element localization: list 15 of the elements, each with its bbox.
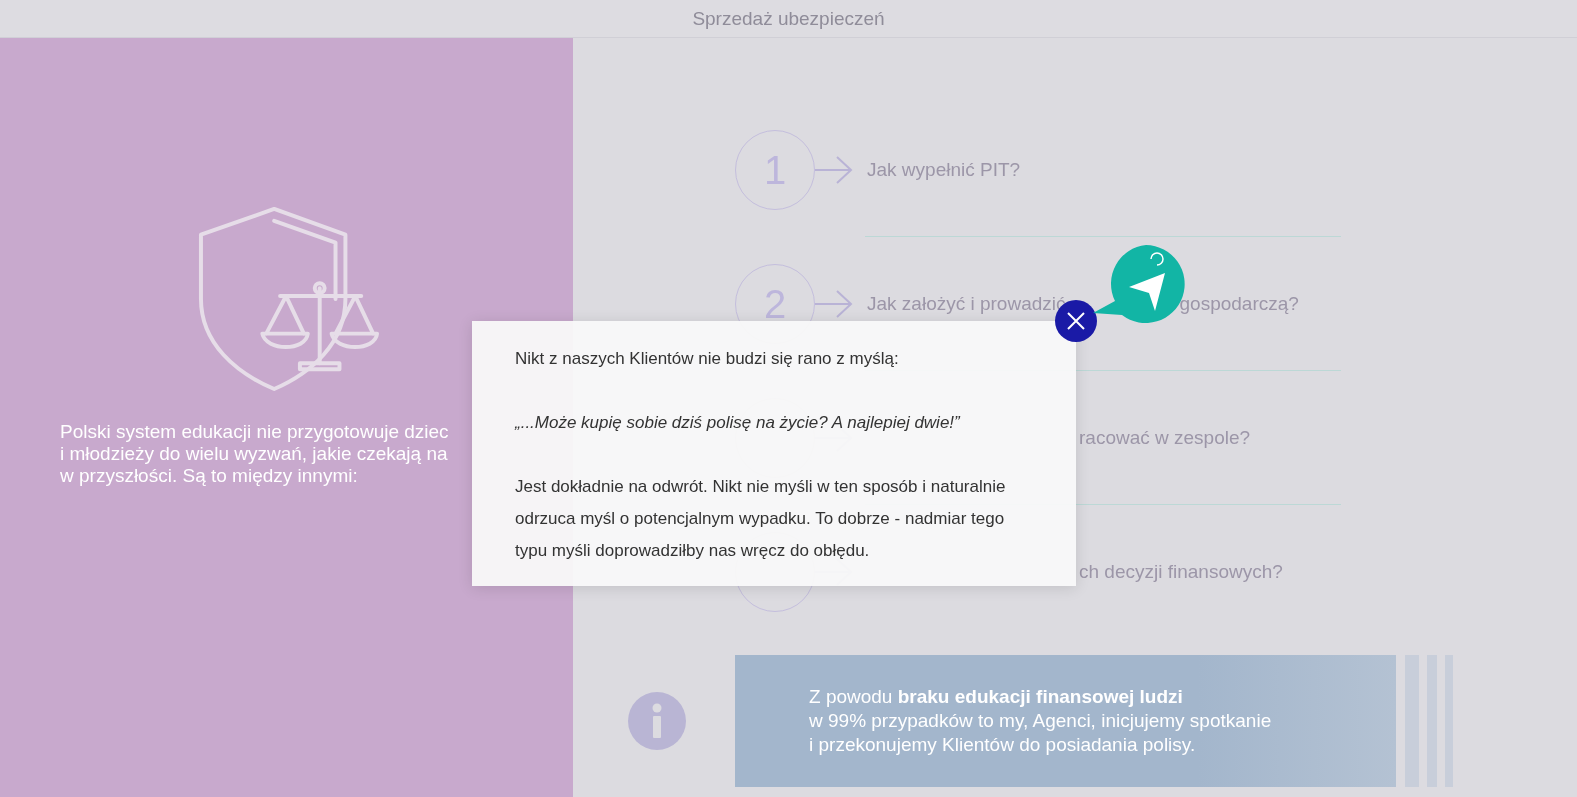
step-label: racować w zespole? — [1079, 426, 1251, 449]
step-label: Jak założyć i prowadzić — [867, 292, 1066, 315]
intro-paragraph: Polski system edukacji nie przygotowuje dziec i młodzieży do wielu wyzwań, jakie czekają na w przyszłości. Są to między innymi: — [60, 421, 449, 487]
dialog-paragraph: „...Może kupię sobie dziś polisę na życie? A najlepiej dwie!” — [515, 412, 962, 434]
step-label: gospodarczą? — [1179, 292, 1299, 315]
arrow-icon — [815, 289, 853, 319]
step-label: Jak wypełnić PIT? — [867, 158, 1021, 181]
arrow-icon — [815, 155, 853, 185]
step-label: ch decyzji finansowych? — [1079, 561, 1283, 583]
info-icon — [628, 692, 686, 750]
page-title: Sprzedaż ubezpieczeń — [692, 7, 885, 30]
info-text: Z powodu braku edukacji finansowej ludzi w 99% przypadków to my, Agenci, inicjujemy spotkanie i przekonujemy Klientów do posiadania polisy. — [809, 685, 1272, 757]
close-icon — [1066, 311, 1086, 331]
dialog-paragraph: Nikt z naszych Klientów nie budzi się rano z myślą: — [515, 348, 900, 370]
dialog-paragraph: Jest dokładnie na odwrót. Nikt nie myśli w ten sposób i naturalnie odrzuca myśl o potencjalnym wypadku. To dobrze - nadmiar tego typu myśli doprowadziłby nas wręcz do obłędu. — [515, 476, 1007, 562]
